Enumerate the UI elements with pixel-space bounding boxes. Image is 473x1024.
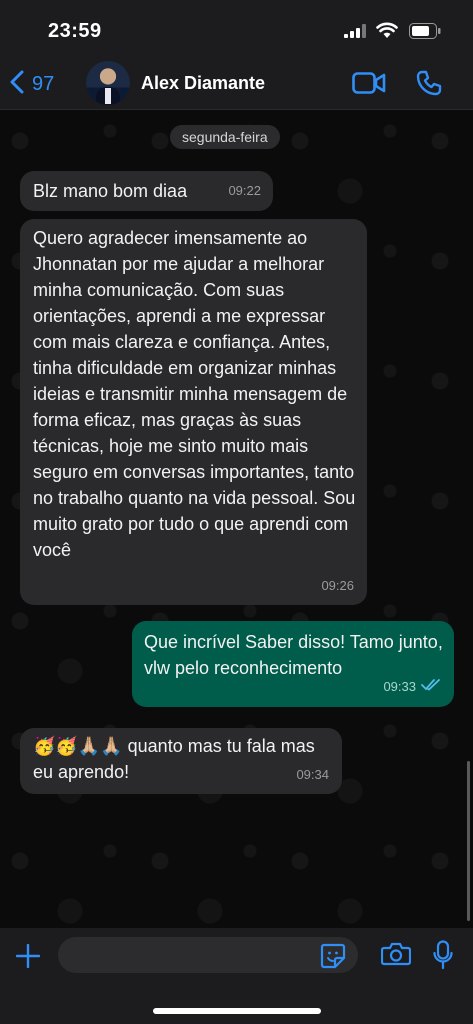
home-indicator[interactable] (153, 1008, 321, 1014)
message-text: Quero agradecer imensamente ao Jhonnatan… (33, 228, 356, 560)
microphone-icon (433, 940, 453, 970)
message-time: 09:33 (383, 679, 416, 694)
contact-name[interactable]: Alex Diamante (141, 73, 265, 94)
message-input[interactable] (58, 937, 358, 973)
message-bubble-incoming[interactable]: Quero agradecer imensamente ao Jhonnatan… (20, 219, 367, 605)
avatar[interactable] (86, 61, 130, 105)
attach-button[interactable] (15, 943, 41, 973)
sticker-icon (320, 943, 346, 969)
message-time: 09:22 (228, 183, 261, 198)
plus-icon (15, 943, 41, 969)
message-bubble-incoming[interactable]: 🥳🥳🙏🏼🙏🏼 quanto mas tu fala mas eu aprendo… (20, 728, 342, 794)
back-button[interactable]: 97 (10, 70, 54, 99)
sticker-button[interactable] (320, 943, 346, 974)
message-time: 09:34 (296, 767, 329, 782)
status-time: 23:59 (48, 20, 102, 42)
message-text: 🥳🥳🙏🏼🙏🏼 quanto mas tu fala mas eu aprendo… (33, 736, 315, 782)
video-camera-icon (352, 72, 386, 94)
unread-count: 97 (32, 73, 55, 95)
scrollbar[interactable] (467, 761, 470, 921)
cellular-signal-icon (344, 24, 368, 43)
message-bubble-outgoing[interactable]: Que incrível Saber disso! Tamo junto, vl… (132, 621, 454, 707)
message-time: 09:26 (321, 578, 354, 593)
chat-header: 97 Alex Diamante (0, 58, 473, 110)
phone-icon (416, 70, 442, 96)
chevron-left-icon (10, 70, 24, 99)
message-bubble-incoming[interactable]: Blz mano bom diaa 09:22 (20, 171, 273, 211)
battery-icon (409, 23, 441, 44)
wifi-icon (376, 21, 398, 44)
read-receipt-icon (421, 672, 441, 698)
status-bar: 23:59 (0, 0, 473, 58)
camera-button[interactable] (380, 942, 412, 971)
camera-icon (380, 942, 412, 966)
voice-call-button[interactable] (416, 70, 442, 101)
input-bar (0, 928, 473, 1024)
video-call-button[interactable] (352, 72, 386, 99)
chat-area[interactable]: segunda-feira Blz mano bom diaa 09:22 Qu… (0, 111, 473, 928)
day-separator: segunda-feira (170, 125, 280, 149)
microphone-button[interactable] (433, 940, 453, 975)
message-text: Blz mano bom diaa (33, 181, 188, 201)
